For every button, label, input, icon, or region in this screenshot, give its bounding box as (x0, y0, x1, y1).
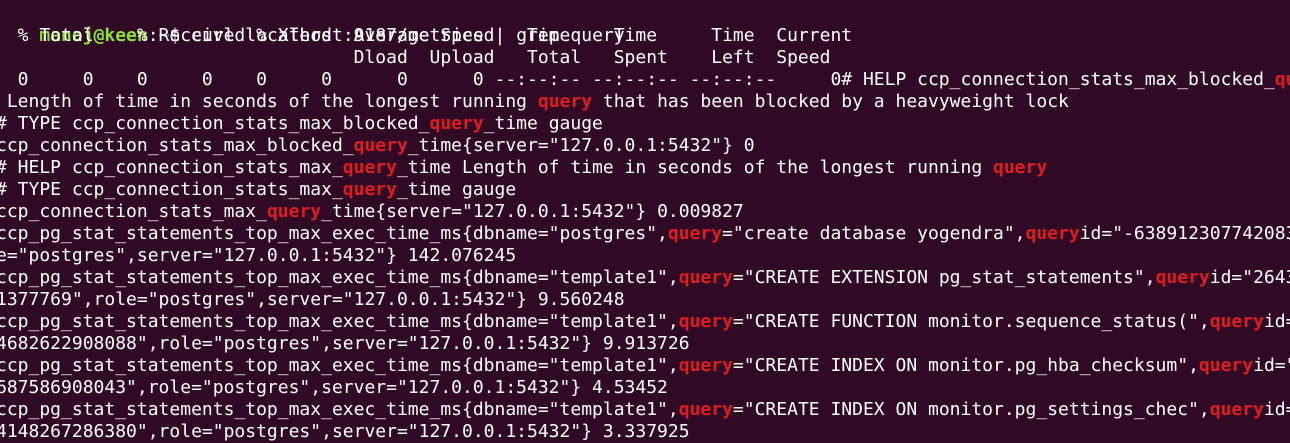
output-text: # HELP ccp_connection_stats_max_ (0, 157, 343, 178)
grep-match: query (1274, 69, 1290, 90)
output-text: 1377769",role="postgres",server="127.0.0… (0, 289, 625, 310)
grep-match: query (266, 201, 322, 222)
output-text: ="CREATE INDEX ON monitor.pg_settings_ch… (732, 399, 1210, 420)
output-text: ccp_pg_stat_statements_top_max_exec_time… (0, 311, 679, 332)
output-text: id="-182069 (1263, 311, 1290, 332)
output-text: ="CREATE INDEX ON monitor.pg_hba_checksu… (732, 355, 1199, 376)
grep-match: query (678, 399, 733, 420)
grep-match: query (353, 135, 408, 156)
output-line: 1377769",role="postgres",server="127.0.0… (0, 289, 625, 311)
output-line: % Total % Received % Xferd Average Speed… (0, 25, 852, 47)
output-line: ccp_pg_stat_statements_top_max_exec_time… (0, 223, 1290, 245)
grep-match: query (1209, 311, 1264, 332)
output-text: id="-6382206 (1253, 355, 1290, 376)
output-line: # TYPE ccp_connection_stats_max_query_ti… (0, 179, 516, 201)
output-text: ccp_connection_stats_max_blocked_ (0, 135, 354, 156)
grep-match: query (993, 157, 1048, 178)
grep-match: query (678, 355, 733, 376)
grep-match: query (667, 223, 723, 244)
grep-match: query (678, 267, 733, 288)
grep-match: query (429, 113, 484, 134)
grep-match: query (537, 91, 593, 112)
output-text: _time{server="127.0.0.1:5432"} 0 (407, 135, 755, 156)
output-line: ccp_connection_stats_max_query_time{serv… (0, 201, 744, 223)
output-text: ="CREATE EXTENSION pg_stat_statements", (732, 267, 1156, 288)
output-line: ccp_pg_stat_statements_top_max_exec_time… (0, 399, 1290, 421)
output-text: 4148267286380",role="postgres",server="1… (0, 421, 690, 442)
output-text: id="264375628650 (1209, 267, 1290, 288)
output-text: % Total % Received % Xferd Average Speed… (0, 25, 853, 46)
grep-match: query (1155, 267, 1210, 288)
grep-match: query (1198, 355, 1254, 376)
output-text: ccp_connection_stats_max_ (0, 201, 267, 222)
output-line: ccp_connection_stats_max_blocked_query_t… (0, 135, 755, 157)
output-line: 4148267286380",role="postgres",server="1… (0, 421, 690, 443)
output-text: ="CREATE FUNCTION monitor.sequence_statu… (732, 311, 1210, 332)
output-text: _time{server="127.0.0.1:5432"} 0.009827 (321, 201, 744, 222)
output-line: Dload Upload Total Spent Left Speed (0, 47, 831, 69)
terminal-window[interactable]: manoj@keen:~$ curl localhost:9187/metric… (0, 0, 1290, 443)
output-text: 4682622908088",role="postgres",server="1… (0, 333, 690, 354)
grep-match: query (678, 311, 733, 332)
grep-match: query (1025, 223, 1080, 244)
output-text: Dload Upload Total Spent Left Speed (0, 47, 831, 68)
grep-match: query (342, 157, 397, 178)
output-line: ccp_pg_stat_statements_top_max_exec_time… (0, 355, 1290, 377)
output-text: _time gauge (483, 113, 603, 134)
output-line: 0 0 0 0 0 0 0 0 --:--:-- --:--:-- --:--:… (0, 69, 1290, 91)
prompt-line: manoj@keen:~$ curl localhost:9187/metric… (0, 3, 624, 46)
output-line: # HELP ccp_connection_stats_max_query_ti… (0, 157, 1047, 179)
output-text: id="-638912307742083007",rol (1079, 223, 1290, 244)
output-text: e="postgres",server="127.0.0.1:5432"} 14… (0, 245, 517, 266)
output-text: _time Length of time in seconds of the l… (396, 157, 993, 178)
grep-match: query (342, 179, 397, 200)
output-text: Length of time in seconds of the longest… (0, 91, 538, 112)
output-text: # TYPE ccp_connection_stats_max_blocked_ (0, 113, 430, 134)
output-line: e="postgres",server="127.0.0.1:5432"} 14… (0, 245, 516, 267)
output-text: ccp_pg_stat_statements_top_max_exec_time… (0, 267, 679, 288)
output-text: ccp_pg_stat_statements_top_max_exec_time… (0, 223, 668, 244)
output-text: ccp_pg_stat_statements_top_max_exec_time… (0, 355, 679, 376)
output-line: ccp_pg_stat_statements_top_max_exec_time… (0, 311, 1290, 333)
output-text: id="-120187 (1263, 399, 1290, 420)
output-line: Length of time in seconds of the longest… (0, 91, 1069, 113)
output-text: 0 0 0 0 0 0 0 0 --:--:-- --:--:-- --:--:… (0, 69, 1275, 90)
output-text: ccp_pg_stat_statements_top_max_exec_time… (0, 399, 679, 420)
output-text: # TYPE ccp_connection_stats_max_ (0, 179, 343, 200)
output-text: _time gauge (396, 179, 517, 200)
output-line: 4682622908088",role="postgres",server="1… (0, 333, 690, 355)
output-line: ccp_pg_stat_statements_top_max_exec_time… (0, 267, 1290, 289)
output-line: 687586908043",role="postgres",server="12… (0, 377, 668, 399)
output-text: that has been blocked by a heavyweight l… (592, 91, 1069, 112)
output-text: ="create database yogendra", (722, 223, 1026, 244)
output-text: 687586908043",role="postgres",server="12… (0, 377, 668, 398)
grep-match: query (1209, 399, 1264, 420)
output-line: # TYPE ccp_connection_stats_max_blocked_… (0, 113, 603, 135)
